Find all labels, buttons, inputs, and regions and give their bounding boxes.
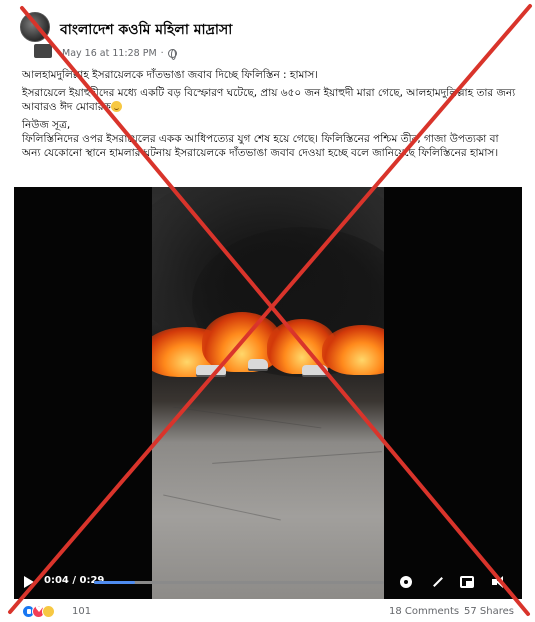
- post-paragraph: নিউজ সূত্র,: [22, 119, 71, 131]
- video-player[interactable]: 0:04 / 0:29: [14, 187, 522, 599]
- post-paragraph: ফিলিস্তিনিদের ওপর ইসরায়েলের একক আধিপত্য…: [22, 133, 499, 159]
- post-meta: May 16 at 11:28 PM ·: [62, 48, 177, 60]
- expand-icon[interactable]: [430, 574, 446, 590]
- post-paragraph: ইসরায়েলে ইয়াহুদীদের মধ্যে একটি বড় বিস…: [22, 87, 516, 113]
- progress-fill: [94, 581, 135, 584]
- volume-icon[interactable]: [490, 574, 506, 590]
- smile-emoji-icon: [110, 101, 122, 112]
- post-text: আলহামদুলিল্লাহ ইসরায়েলকে দাঁতভাঙা জবাব …: [22, 68, 518, 164]
- burning-car: [248, 359, 268, 369]
- post-header: বাংলাদেশ কওমি মহিলা মাদ্রাসা May 16 at 1…: [0, 0, 535, 62]
- sad-icon: [42, 605, 55, 618]
- burning-car: [196, 365, 226, 375]
- page-name[interactable]: বাংলাদেশ কওমি মহিলা মাদ্রাসা: [60, 18, 232, 42]
- post-paragraph: আলহামদুলিল্লাহ ইসরায়েলকে দাঁতভাঙা জবাব …: [22, 69, 319, 81]
- play-icon[interactable]: [24, 576, 34, 588]
- post-timestamp[interactable]: May 16 at 11:28 PM: [62, 48, 157, 59]
- video-frame: [152, 187, 384, 599]
- reactions[interactable]: [22, 605, 55, 618]
- pip-icon[interactable]: [460, 576, 474, 588]
- globe-icon: [167, 49, 177, 60]
- burning-car: [302, 365, 328, 375]
- profile-thumbnail: [34, 44, 52, 58]
- fire: [322, 325, 384, 375]
- post-footer: 101 18 Comments 57 Shares: [0, 604, 535, 622]
- page-avatar[interactable]: [20, 12, 50, 42]
- reaction-count[interactable]: 101: [72, 606, 91, 617]
- road-crack: [163, 494, 281, 521]
- shares-count[interactable]: 57 Shares: [464, 606, 514, 617]
- facebook-post: বাংলাদেশ কওমি মহিলা মাদ্রাসা May 16 at 1…: [0, 0, 535, 622]
- gear-icon[interactable]: [398, 574, 414, 590]
- video-controls: 0:04 / 0:29: [14, 565, 522, 599]
- road-crack: [172, 406, 322, 429]
- road-crack: [212, 451, 382, 464]
- meta-separator: ·: [160, 48, 164, 59]
- comments-count[interactable]: 18 Comments: [389, 606, 459, 617]
- progress-track[interactable]: [94, 581, 384, 584]
